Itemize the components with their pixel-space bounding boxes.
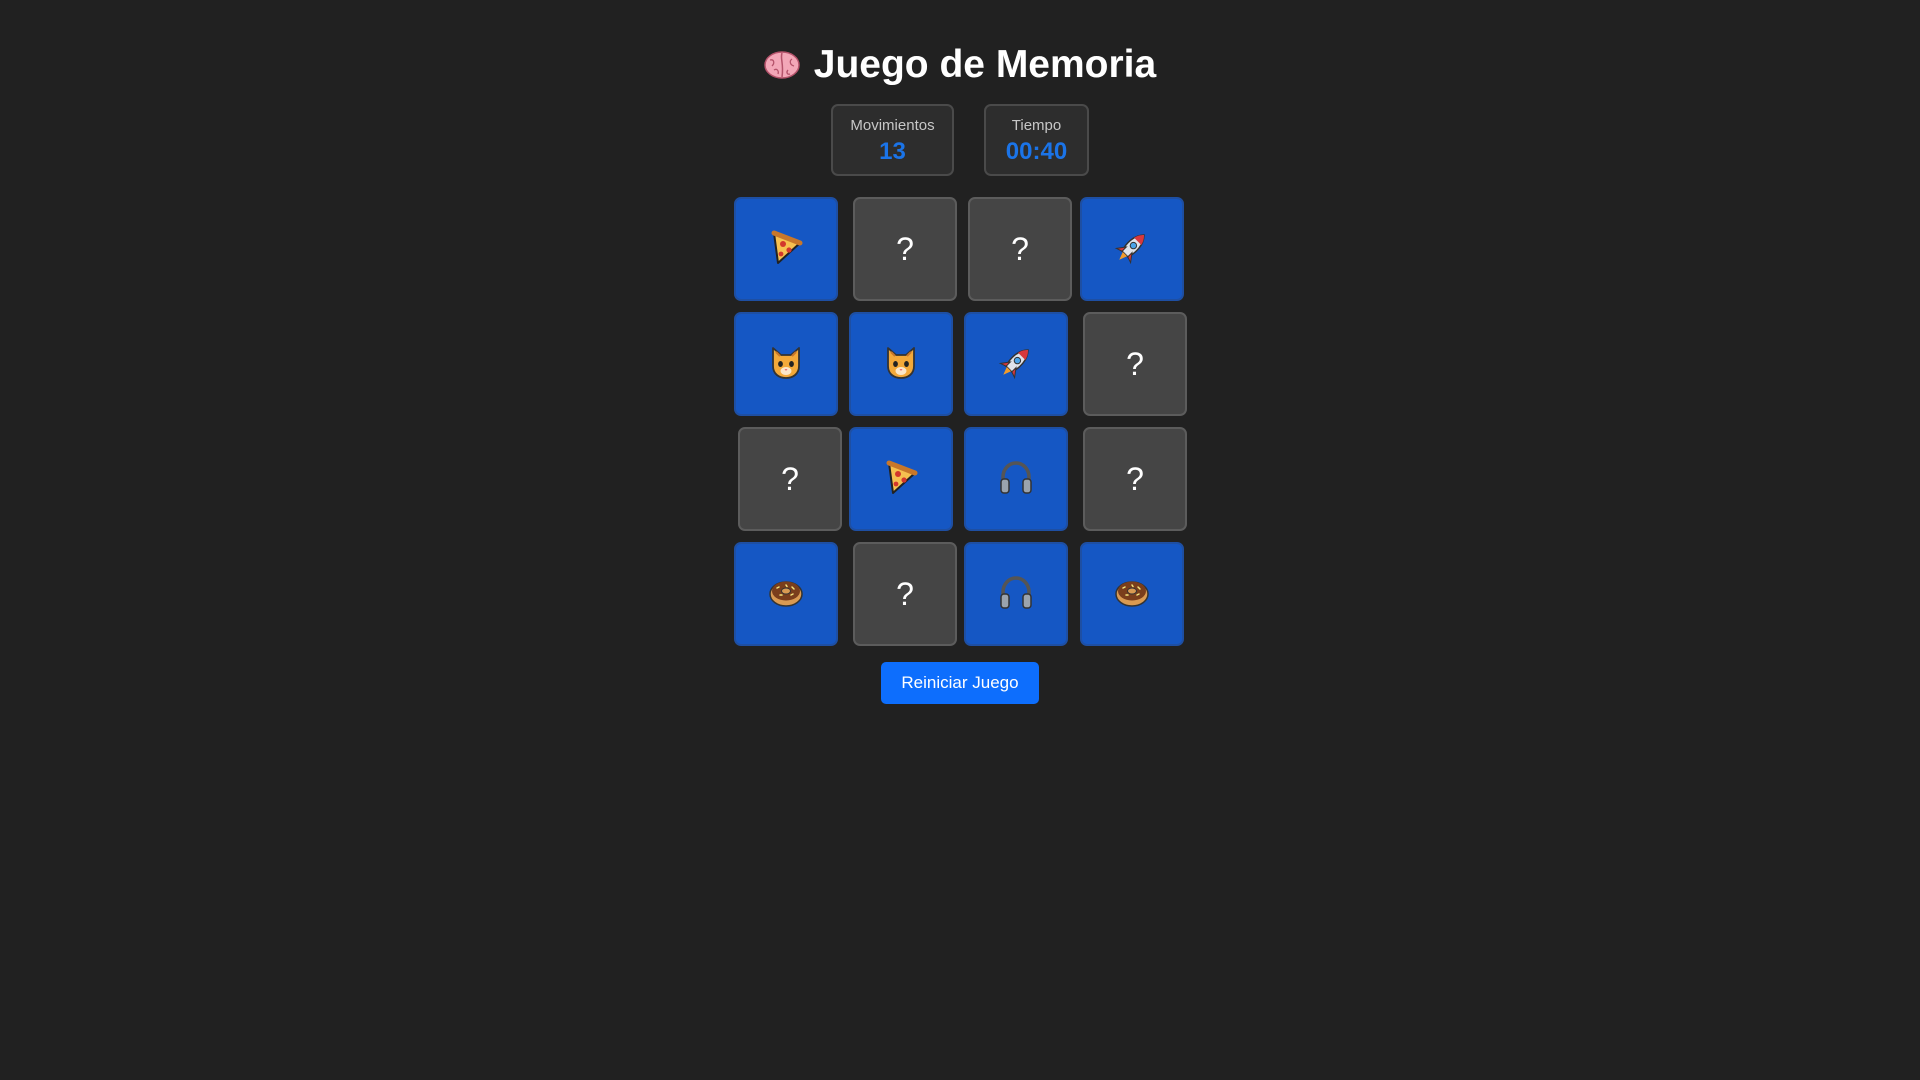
memory-card-revealed[interactable]: [964, 427, 1068, 531]
moves-label: Movimientos: [850, 117, 935, 134]
memory-card-hidden[interactable]: ?: [738, 427, 842, 531]
question-mark: ?: [896, 576, 914, 612]
headphones-icon: [996, 457, 1036, 502]
memory-card-revealed[interactable]: [734, 312, 838, 416]
memory-card-hidden[interactable]: ?: [853, 197, 957, 301]
restart-game-button[interactable]: Reiniciar Juego: [881, 662, 1039, 704]
page-title: Juego de Memoria: [0, 40, 1920, 90]
rocket-icon: [996, 342, 1036, 387]
question-mark: ?: [781, 461, 799, 497]
memory-card-hidden[interactable]: ?: [968, 197, 1072, 301]
cat-icon: [766, 342, 806, 387]
memory-card-revealed[interactable]: [964, 312, 1068, 416]
donut-icon: [766, 572, 806, 617]
memory-card-revealed[interactable]: [964, 542, 1068, 646]
memory-game-page: Juego de Memoria Movimientos 13 Tiempo 0…: [0, 0, 1920, 1080]
question-mark: ?: [1011, 231, 1029, 267]
memory-card-revealed[interactable]: [849, 427, 953, 531]
memory-card-hidden[interactable]: ?: [1083, 312, 1187, 416]
headphones-icon: [996, 572, 1036, 617]
question-mark: ?: [1126, 346, 1144, 382]
memory-card-revealed[interactable]: [734, 197, 838, 301]
question-mark: ?: [896, 231, 914, 267]
page-title-text: Juego de Memoria: [813, 43, 1157, 86]
pizza-icon: [766, 227, 806, 272]
memory-card-revealed[interactable]: [734, 542, 838, 646]
memory-card-revealed[interactable]: [1080, 542, 1184, 646]
brain-icon: [764, 43, 800, 79]
question-mark: ?: [1126, 461, 1144, 497]
memory-card-hidden[interactable]: ?: [1083, 427, 1187, 531]
card-grid: ??????: [0, 0, 1920, 1080]
pizza-icon: [881, 457, 921, 502]
time-counter: Tiempo 00:40: [984, 104, 1089, 176]
donut-icon: [1112, 572, 1152, 617]
memory-card-revealed[interactable]: [849, 312, 953, 416]
time-label: Tiempo: [1011, 117, 1062, 134]
time-value: 00:40: [1005, 138, 1068, 165]
rocket-icon: [1112, 227, 1152, 272]
memory-card-revealed[interactable]: [1080, 197, 1184, 301]
moves-counter: Movimientos 13: [831, 104, 954, 176]
cat-icon: [881, 342, 921, 387]
moves-value: 13: [879, 138, 906, 165]
memory-card-hidden[interactable]: ?: [853, 542, 957, 646]
